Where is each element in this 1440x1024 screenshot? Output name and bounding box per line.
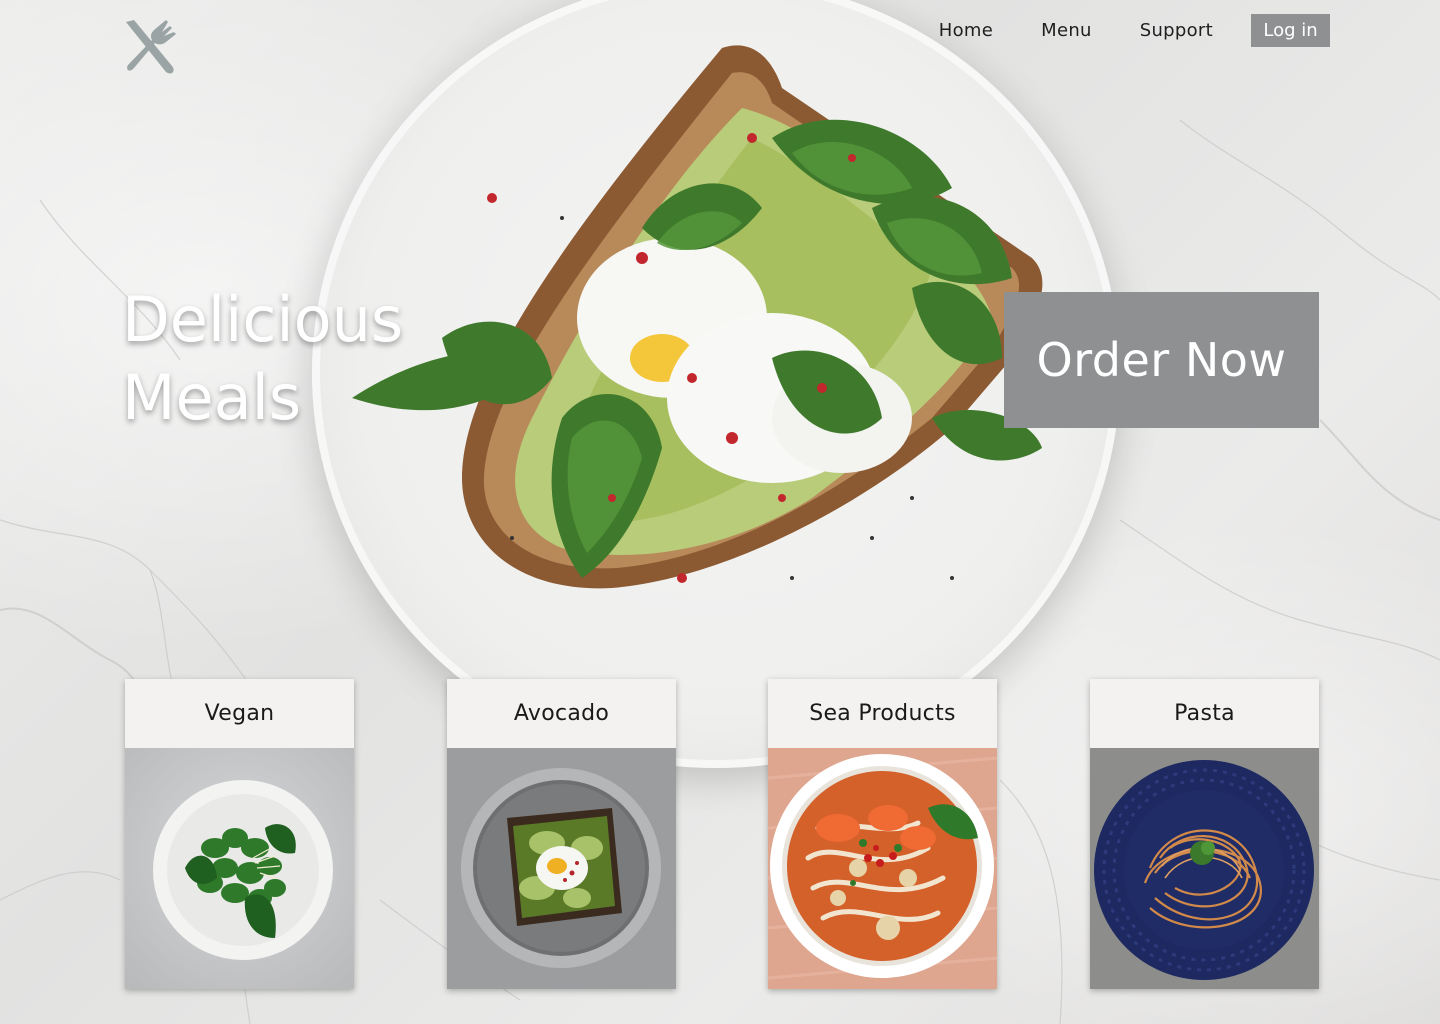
category-card-sea-products[interactable]: Sea Products — [768, 679, 997, 989]
nav-support-link[interactable]: Support — [1140, 20, 1213, 41]
category-card-title: Sea Products — [809, 701, 956, 726]
category-card-title: Vegan — [204, 701, 275, 726]
order-now-button[interactable]: Order Now — [1004, 292, 1319, 428]
seafood-soup-image — [768, 748, 997, 989]
nav-menu-link[interactable]: Menu — [1041, 20, 1092, 41]
category-card-vegan[interactable]: Vegan — [125, 679, 354, 989]
vegan-dish-image — [125, 748, 354, 989]
hero-title: Delicious Meals — [122, 281, 482, 437]
login-button[interactable]: Log in — [1251, 14, 1330, 47]
hero-title-line2: Meals — [122, 361, 302, 434]
fork-knife-logo-icon[interactable] — [122, 18, 180, 76]
category-card-title: Pasta — [1174, 701, 1235, 726]
category-card-title: Avocado — [513, 701, 610, 726]
hero-title-line1: Delicious — [122, 283, 404, 356]
top-navigation: Home Menu Support Log in — [939, 14, 1330, 47]
nav-home-link[interactable]: Home — [939, 20, 993, 41]
category-card-pasta[interactable]: Pasta — [1090, 679, 1319, 989]
pasta-plate-image — [1090, 748, 1319, 989]
avocado-toast-image — [447, 748, 676, 989]
category-card-avocado[interactable]: Avocado — [447, 679, 676, 989]
